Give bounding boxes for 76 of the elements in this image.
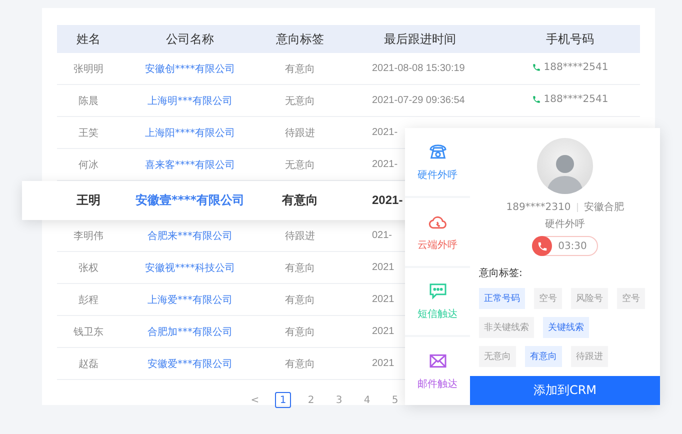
time-cell: 2021- bbox=[372, 127, 398, 138]
channel-option[interactable]: 短信触达 bbox=[405, 268, 470, 336]
intent-tag[interactable]: 关键线索 bbox=[543, 317, 589, 338]
channel-option[interactable]: 硬件外呼 bbox=[405, 128, 470, 196]
intent-cell-text: 有意向 bbox=[284, 326, 316, 338]
time-cell: 2021 bbox=[372, 262, 394, 273]
name-cell-text: 王明 bbox=[76, 192, 102, 208]
intent-cell-text: 待跟进 bbox=[284, 126, 316, 140]
column-header: 姓名 bbox=[76, 30, 102, 48]
call-type: 硬件外呼 bbox=[545, 218, 585, 231]
name-cell-text: 陈晨 bbox=[78, 94, 100, 108]
page-number[interactable]: 3 bbox=[331, 392, 347, 408]
intent-cell-text: 待跟进 bbox=[284, 230, 316, 242]
name-cell-text: 何冰 bbox=[78, 158, 100, 172]
phone-number[interactable]: 188****2541 bbox=[544, 62, 608, 73]
intent-tag[interactable]: 非关键线索 bbox=[479, 317, 534, 338]
previous-page[interactable]: < bbox=[247, 392, 263, 408]
name-cell-text: 王笑 bbox=[78, 126, 100, 140]
page-number[interactable]: 4 bbox=[359, 392, 375, 408]
channel-option[interactable]: 云端外呼 bbox=[405, 198, 470, 266]
time-cell: 2021 bbox=[372, 326, 394, 337]
intent-tag[interactable]: 待跟进 bbox=[571, 346, 608, 367]
name-cell-text: 彭程 bbox=[78, 294, 100, 306]
intent-cell-text: 有意向 bbox=[284, 262, 316, 274]
page-number[interactable]: 5 bbox=[387, 392, 403, 408]
time-cell: 021- bbox=[372, 230, 392, 241]
time-cell: 2021 bbox=[372, 358, 394, 369]
intent-tag[interactable]: 空号 bbox=[617, 288, 645, 309]
time-cell: 2021- bbox=[372, 159, 398, 170]
channel-option[interactable]: 邮件触达 bbox=[405, 337, 470, 405]
time-cell: 2021- bbox=[372, 193, 403, 207]
column-header: 最后跟进时间 bbox=[383, 30, 457, 48]
add-to-crm-button[interactable]: 添加到CRM bbox=[470, 376, 660, 405]
name-cell-text: 李明伟 bbox=[72, 230, 104, 242]
intent-cell-text: 有意向 bbox=[284, 294, 316, 306]
column-header: 意向标签 bbox=[275, 30, 325, 48]
intent-tag[interactable]: 无意向 bbox=[479, 346, 516, 367]
hang-up-icon[interactable] bbox=[532, 236, 552, 256]
intent-tag[interactable]: 正常号码 bbox=[479, 288, 525, 309]
company-link[interactable]: 合肥来***有限公司 bbox=[120, 228, 260, 242]
page-number[interactable]: 1 bbox=[275, 392, 291, 408]
phone-icon bbox=[532, 95, 541, 104]
name-cell-text: 张权 bbox=[78, 262, 100, 274]
company-link[interactable]: 安徽爱***有限公司 bbox=[120, 356, 260, 370]
time-cell: 2021 bbox=[372, 294, 394, 305]
company-link[interactable]: 合肥加***有限公司 bbox=[120, 324, 260, 338]
chat-bubble-icon bbox=[428, 281, 448, 302]
phone-icon bbox=[532, 63, 541, 72]
name-cell-text: 赵磊 bbox=[78, 358, 100, 370]
name-cell-text: 张明明 bbox=[72, 62, 104, 76]
time-cell: 2021-08-08 15:30:19 bbox=[372, 63, 465, 74]
company-link[interactable]: 安徽创****有限公司 bbox=[120, 62, 260, 76]
intent-tag[interactable]: 有意向 bbox=[525, 346, 562, 367]
name-cell-text: 钱卫东 bbox=[72, 326, 104, 338]
intent-tag[interactable]: 空号 bbox=[534, 288, 562, 309]
company-link[interactable]: 喜来客****有限公司 bbox=[120, 158, 260, 172]
contact-phone: 189****2310 bbox=[506, 202, 571, 212]
intent-tag[interactable]: 风险号 bbox=[571, 288, 608, 309]
intent-cell-text: 无意向 bbox=[284, 94, 316, 108]
intent-cell-text: 无意向 bbox=[284, 158, 316, 172]
time-cell: 2021-07-29 09:36:54 bbox=[372, 95, 465, 106]
page-number[interactable]: 2 bbox=[303, 392, 319, 408]
intent-title: 意向标签: bbox=[479, 266, 524, 280]
company-link[interactable]: 上海阳****有限公司 bbox=[120, 126, 260, 140]
intent-cell-text: 有意向 bbox=[284, 358, 316, 370]
column-header: 公司名称 bbox=[165, 30, 215, 48]
company-link[interactable]: 安徽视****科技公司 bbox=[120, 260, 260, 274]
company-link[interactable]: 上海明***有限公司 bbox=[120, 94, 260, 108]
company-link[interactable]: 上海爱***有限公司 bbox=[120, 292, 260, 306]
company-link[interactable]: 安徽壹****有限公司 bbox=[120, 192, 260, 208]
phone-number[interactable]: 188****2541 bbox=[544, 94, 608, 105]
intent-cell-text: 有意向 bbox=[284, 62, 316, 76]
contact-location: 安徽合肥 bbox=[584, 200, 624, 214]
column-header: 手机号码 bbox=[545, 30, 595, 48]
intent-cell-text: 有意向 bbox=[280, 192, 319, 208]
call-timer[interactable]: 03:30 bbox=[532, 236, 598, 256]
